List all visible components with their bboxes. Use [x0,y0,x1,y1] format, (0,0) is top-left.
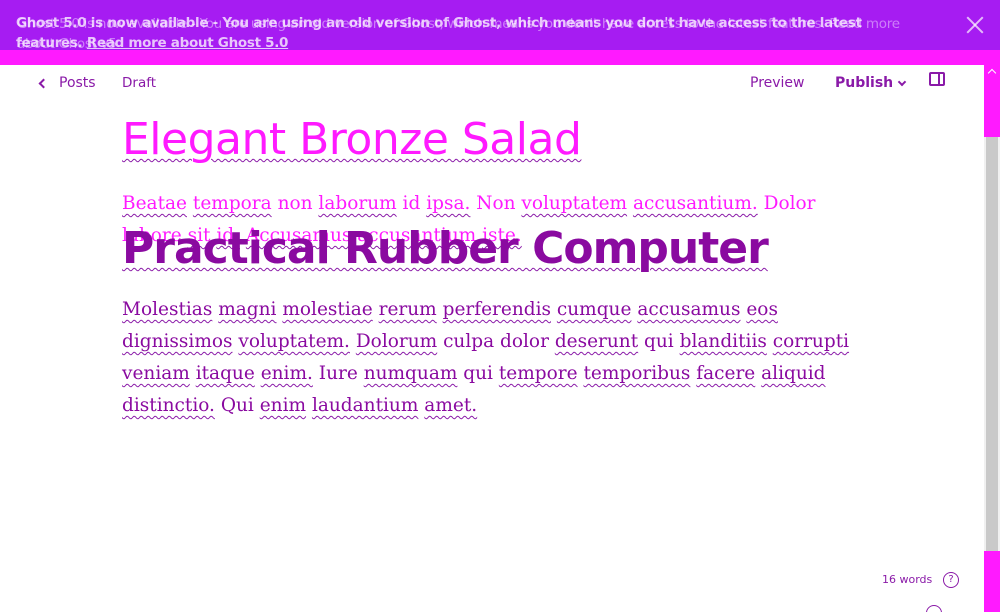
word-count: 16 words [882,573,933,586]
publish-label: Publish [835,75,894,91]
word: laudantium [311,395,419,416]
help-icon[interactable]: ? [943,572,959,588]
word: cumque [556,299,632,320]
post-title-input[interactable]: Elegant Bronze Salad [122,113,882,167]
word: magni [218,299,277,320]
word: laborum [318,193,397,214]
word: dolor [500,331,549,352]
word: non [277,193,313,214]
word: numquam [363,363,458,384]
word: enim [259,395,307,416]
banner-accent-strip [0,50,1000,65]
word: dignissimos [122,331,233,352]
word: itaque [195,363,255,384]
scroll-thumb[interactable] [986,137,998,551]
word: Non [476,193,516,214]
vertical-scrollbar[interactable] [984,65,1000,612]
word: facere [696,363,756,384]
word: tempora [192,193,272,214]
word: blanditiis [679,331,767,352]
post-status: Draft [122,75,157,91]
word: Beatae [122,193,187,214]
word: corrupti [772,331,850,352]
word: tempore [498,363,578,384]
back-to-posts-link[interactable]: Posts [38,75,96,91]
word: amet. [424,395,478,416]
word: Dolor [763,193,816,214]
word: culpa [443,331,495,352]
word: molestiae [282,299,373,320]
word: voluptatem. [238,331,350,352]
word: Molestias [122,299,213,320]
word: qui [644,331,674,352]
word: deserunt [554,331,639,352]
scroll-up-icon[interactable] [984,65,1000,77]
publish-button[interactable]: Publish [835,75,907,91]
word: aliquid [761,363,826,384]
footer-cut-icon [926,605,942,612]
word: Qui [220,395,254,416]
sidebar-toggle-icon[interactable] [929,72,945,86]
word: eos [746,299,778,320]
banner-message: Ghost 5.0 is now available - You are usi… [16,13,916,50]
banner-title: Ghost 5.0 is now available [16,15,209,31]
word: perferendis [442,299,551,320]
word: Dolorum [355,331,438,352]
update-banner: Ghost 5.0 is now available - You are usi… [0,0,1000,50]
word: Iure [318,363,358,384]
scroll-track-top[interactable] [984,77,1000,137]
word: id [402,193,421,214]
word: distinctio. [122,395,215,416]
word: enim. [260,363,313,384]
content-heading[interactable]: Practical Rubber Computer [122,222,882,276]
chevron-left-icon [38,78,49,89]
chevron-down-icon [897,77,907,87]
preview-button[interactable]: Preview [750,75,805,91]
word: accusamus [637,299,741,320]
word: veniam [122,363,190,384]
banner-read-more-link[interactable]: Read more about Ghost 5.0 [87,35,289,50]
word: accusantium. [632,193,758,214]
editor-toolbar: Posts Draft Preview Publish [0,65,984,101]
word: rerum [378,299,437,320]
word: qui [463,363,493,384]
word: voluptatem [521,193,628,214]
close-icon[interactable] [964,14,986,36]
word: ipsa. [426,193,471,214]
scroll-track-bottom[interactable] [984,551,1000,612]
back-label: Posts [59,75,96,91]
word: temporibus [583,363,691,384]
body-paragraph[interactable]: Molestias magni molestiae rerum perferen… [122,294,862,422]
